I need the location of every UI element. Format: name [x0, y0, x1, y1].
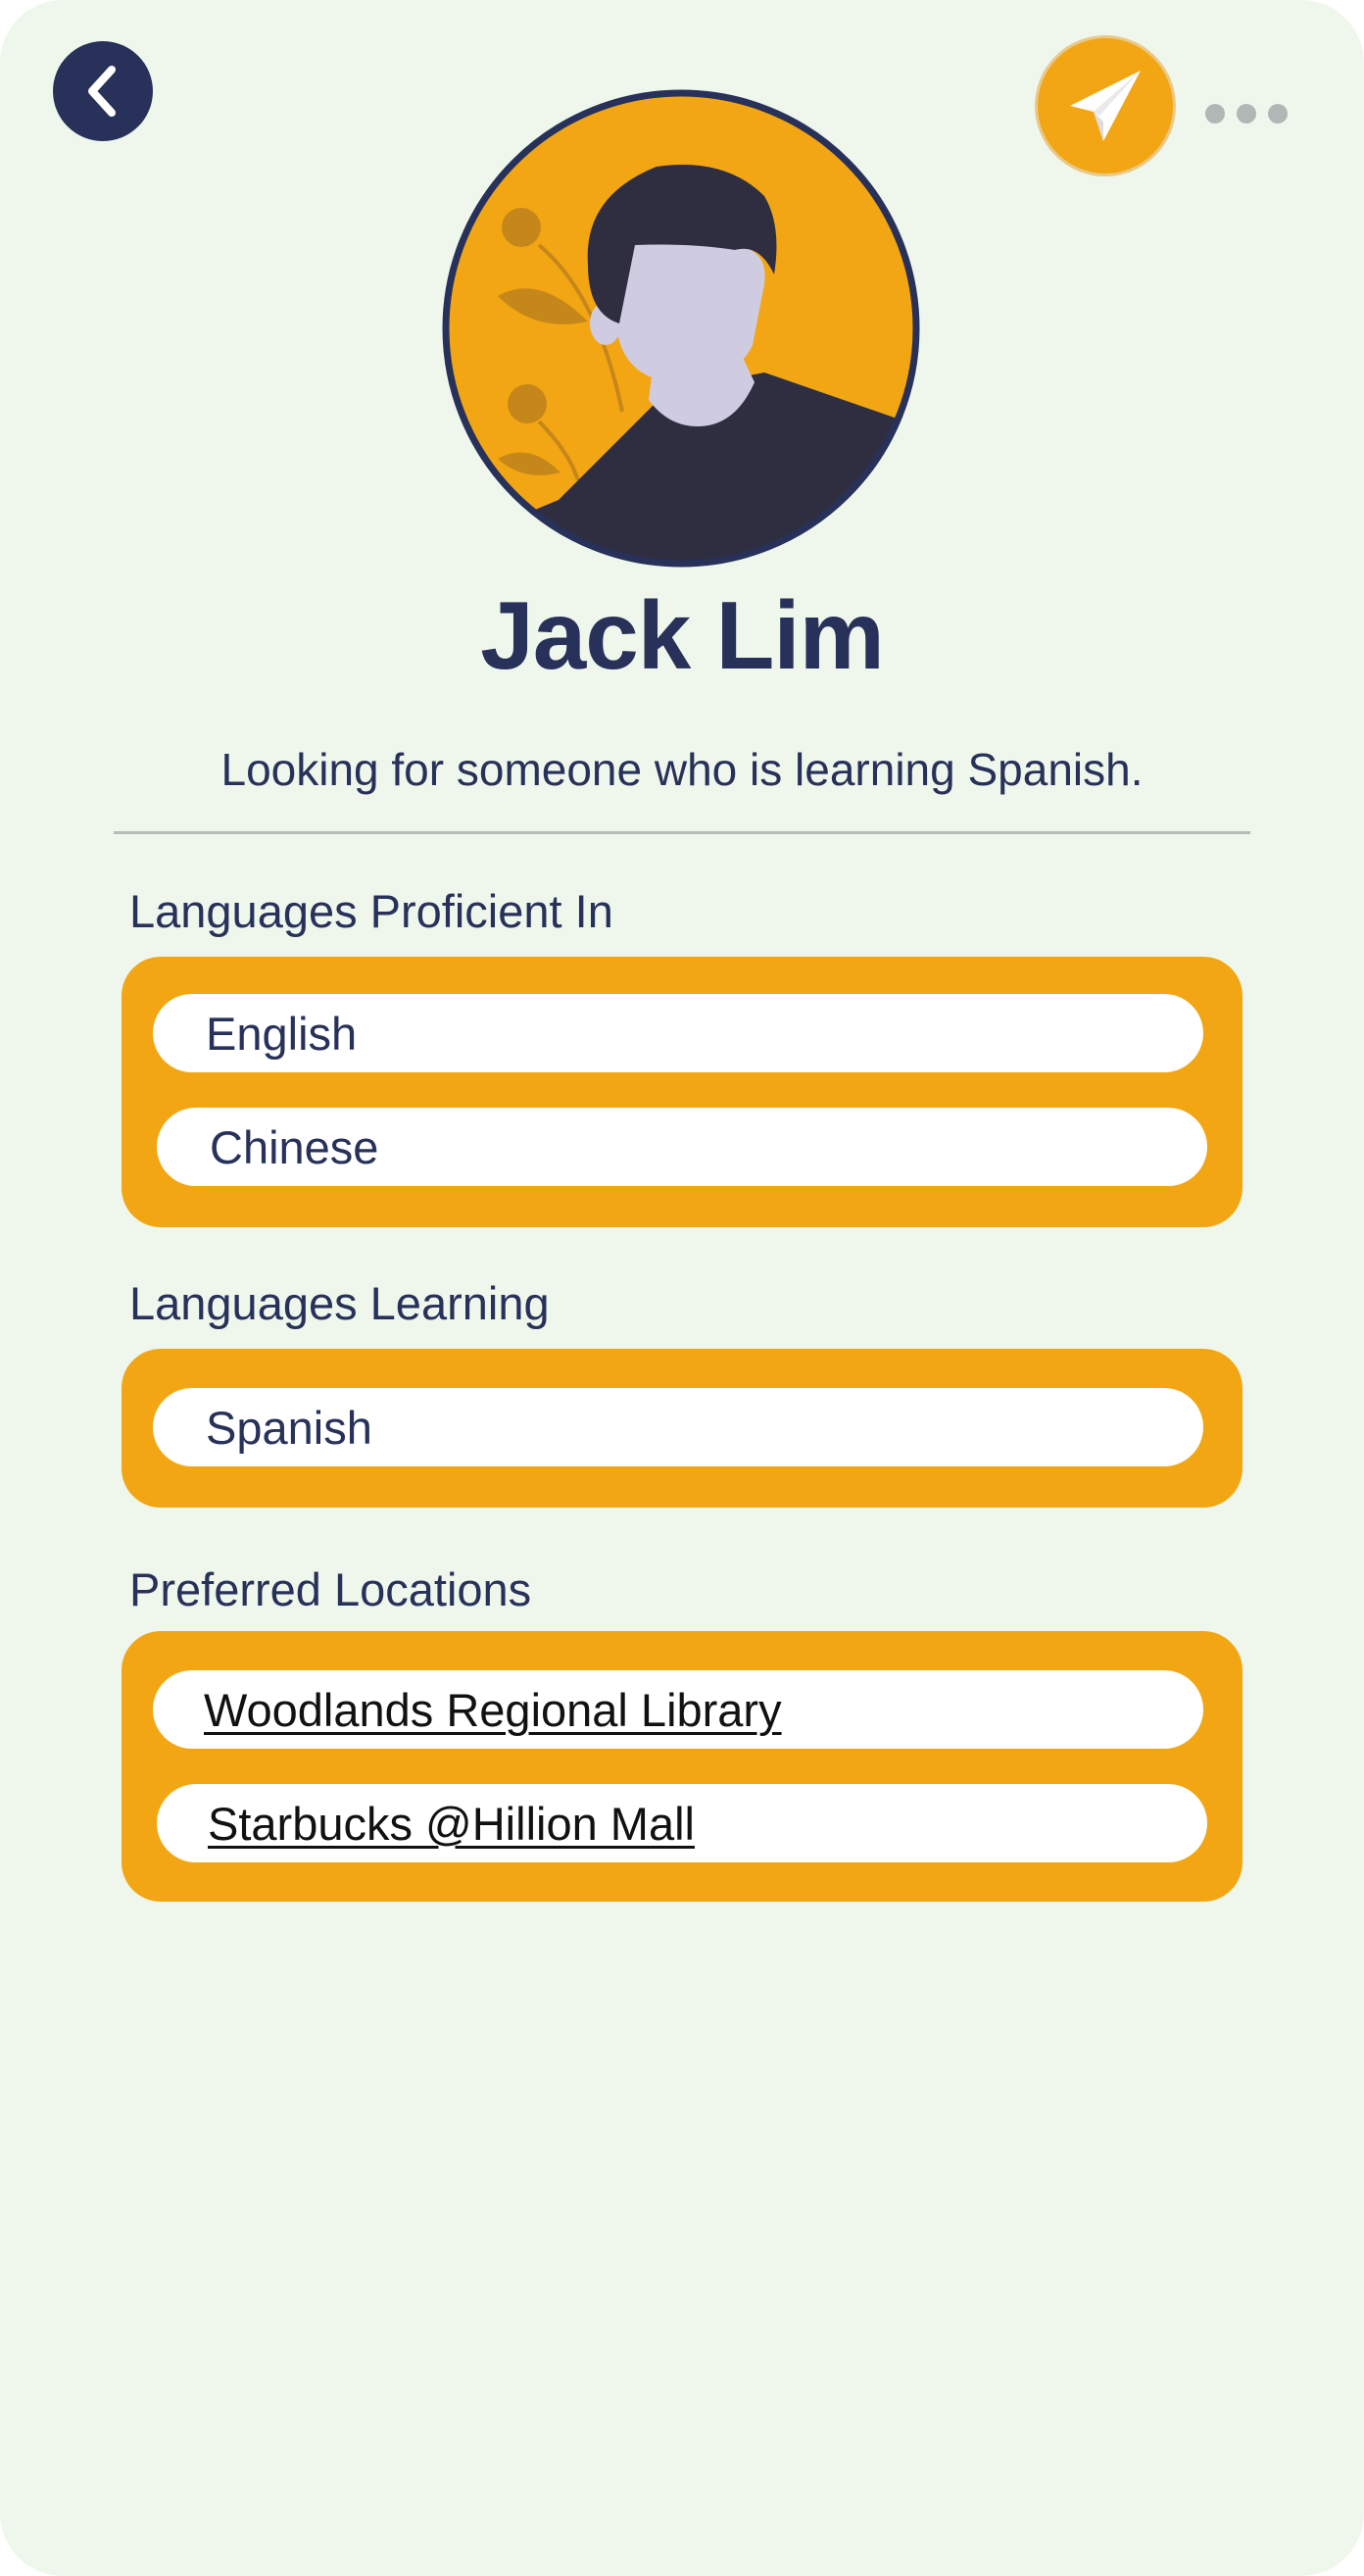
- section-label-learning: Languages Learning: [129, 1277, 550, 1329]
- paper-plane-icon: [1070, 71, 1141, 141]
- section-label-locations: Preferred Locations: [129, 1563, 532, 1615]
- chevron-left-icon: [88, 66, 116, 117]
- language-pill: Chinese: [157, 1108, 1207, 1186]
- location-link[interactable]: Starbucks @Hillion Mall: [157, 1784, 1207, 1862]
- divider: [114, 831, 1250, 834]
- profile-name: Jack Lim: [480, 581, 884, 689]
- more-horizontal-icon: [1205, 104, 1225, 124]
- learning-languages-box: Spanish: [122, 1349, 1242, 1508]
- profile-screen: Jack Lim Looking for someone who is lear…: [0, 0, 1364, 2576]
- proficient-languages-box: English Chinese: [122, 957, 1242, 1227]
- send-message-button[interactable]: [1035, 35, 1176, 176]
- language-pill: English: [153, 994, 1203, 1072]
- language-pill: Spanish: [153, 1388, 1203, 1466]
- profile-bio: Looking for someone who is learning Span…: [220, 744, 1144, 795]
- section-label-proficient: Languages Proficient In: [129, 885, 613, 937]
- more-options-button[interactable]: [1205, 94, 1288, 133]
- avatar: [441, 88, 921, 569]
- preferred-locations-box: Woodlands Regional Library Starbucks @Hi…: [122, 1631, 1242, 1902]
- back-button[interactable]: [53, 41, 153, 141]
- location-link[interactable]: Woodlands Regional Library: [153, 1670, 1203, 1749]
